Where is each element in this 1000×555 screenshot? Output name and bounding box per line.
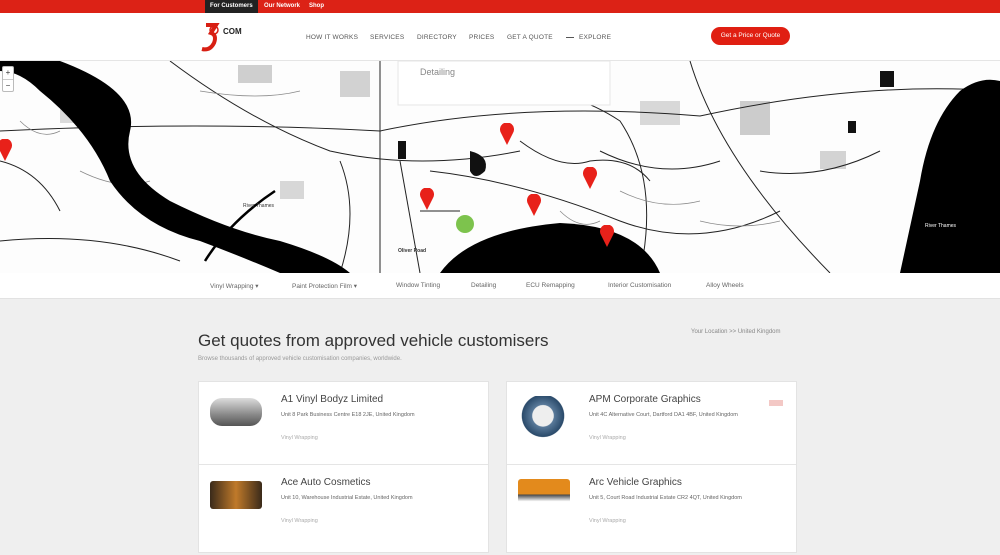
map-popup-title[interactable]: Detailing [420,67,455,77]
listing-thumbnail [210,481,262,509]
listing-name[interactable]: APM Corporate Graphics [589,394,701,405]
listing-thumbnail [210,398,262,426]
listing-card-left: A1 Vinyl Bodyz Limited Unit 8 Park Busin… [198,381,489,553]
listing-tag: Vinyl Wrapping [281,518,318,524]
category-interior-customisation[interactable]: Interior Customisation [608,282,671,289]
tab-for-customers[interactable]: For Customers [205,0,258,13]
listing-address: Unit 4C Alternative Court, Dartford DA1 … [589,412,738,418]
category-window-tinting[interactable]: Window Tinting [396,282,440,289]
nav-directory[interactable]: DIRECTORY [417,34,457,41]
listing-item[interactable]: A1 Vinyl Bodyz Limited Unit 8 Park Busin… [199,382,488,464]
map-pin-icon[interactable] [527,194,541,216]
nav-explore[interactable]: EXPLORE [579,34,611,41]
nav-how-it-works[interactable]: HOW IT WORKS [306,34,358,41]
map-view[interactable]: Detailing River Thames River Thames Oliv… [0,61,1000,273]
site-header: COM HOW IT WORKS SERVICES DIRECTORY PRIC… [0,13,1000,61]
nav-services[interactable]: SERVICES [370,34,404,41]
category-vinyl-wrapping[interactable]: Vinyl Wrapping ▾ [210,282,259,290]
listing-item[interactable]: Ace Auto Cosmetics Unit 10, Warehouse In… [199,465,488,553]
listing-name[interactable]: Arc Vehicle Graphics [589,477,682,488]
map-zoom-control: + − [2,66,14,92]
badge-icon [769,400,783,406]
map-pin-icon[interactable] [420,188,434,210]
zoom-in-button[interactable]: + [3,67,13,79]
listing-item[interactable]: APM Corporate Graphics Unit 4C Alternati… [507,382,796,464]
nav-get-a-quote[interactable]: GET A QUOTE [507,34,553,41]
menu-icon[interactable] [566,37,574,38]
tab-shop[interactable]: Shop [304,0,329,13]
map-pin-icon[interactable] [583,167,597,189]
map-graphic [0,61,1000,273]
tab-our-network[interactable]: Our Network [259,0,305,13]
location-breadcrumb[interactable]: Your Location >> United Kingdom [691,329,781,335]
category-bar: Vinyl Wrapping ▾ Paint Protection Film ▾… [0,273,1000,299]
map-pin-icon[interactable] [0,139,12,161]
get-price-quote-button[interactable]: Get a Price or Quote [711,27,790,45]
listing-address: Unit 5, Court Road Industrial Estate CR2… [589,495,742,501]
listing-name[interactable]: A1 Vinyl Bodyz Limited [281,394,383,405]
listing-tag: Vinyl Wrapping [589,435,626,441]
map-label-river-thames-west: River Thames [243,203,275,209]
category-detailing[interactable]: Detailing [471,282,496,289]
map-label-oliver-road: Oliver Road [398,248,427,254]
category-paint-protection-film[interactable]: Paint Protection Film ▾ [292,282,357,290]
listing-card-right: APM Corporate Graphics Unit 4C Alternati… [506,381,797,553]
map-label-river-thames-east: River Thames [925,223,957,229]
listing-address: Unit 8 Park Business Centre E18 2JE, Uni… [281,412,415,418]
listing-item[interactable]: Arc Vehicle Graphics Unit 5, Court Road … [507,465,796,553]
listing-name[interactable]: Ace Auto Cosmetics [281,477,370,488]
listing-tag: Vinyl Wrapping [589,518,626,524]
logo-text: COM [223,27,242,36]
page-title: Get quotes from approved vehicle customi… [198,331,549,350]
category-alloy-wheels[interactable]: Alloy Wheels [706,282,744,289]
listing-thumbnail [518,396,568,440]
category-ecu-remapping[interactable]: ECU Remapping [526,282,575,289]
map-pin-icon[interactable] [600,225,614,247]
map-pin-icon[interactable] [500,123,514,145]
listing-tag: Vinyl Wrapping [281,435,318,441]
site-logo[interactable]: COM [200,23,246,55]
top-bar: For Customers Our Network Shop [0,0,1000,13]
listing-address: Unit 10, Warehouse Industrial Estate, Un… [281,495,413,501]
listing-thumbnail [518,479,570,507]
zoom-out-button[interactable]: − [3,79,13,92]
nav-prices[interactable]: PRICES [469,34,494,41]
page-subtitle: Browse thousands of approved vehicle cus… [198,356,402,362]
